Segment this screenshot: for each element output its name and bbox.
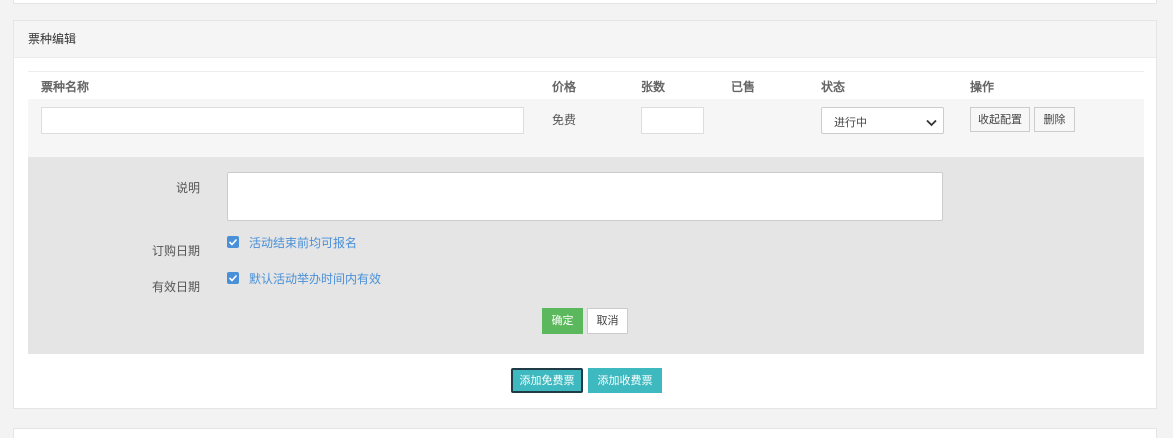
header-sold: 已售 [731, 80, 756, 94]
ticket-row: 免费 进行中 收起配置 删除 [28, 99, 1144, 157]
quantity-input[interactable] [641, 107, 704, 134]
delete-button[interactable]: 删除 [1034, 107, 1075, 132]
status-select[interactable]: 进行中 [821, 107, 944, 134]
ticket-detail-config: 说明 订购日期 活动结束前均可报名 有效日期 默认活动举办时间内有效 确定 取消 [28, 157, 1144, 354]
collapse-config-button[interactable]: 收起配置 [970, 107, 1030, 132]
status-selected-value: 进行中 [834, 116, 867, 129]
valid-date-option[interactable]: 默认活动举办时间内有效 [249, 270, 381, 287]
add-paid-ticket-button[interactable]: 添加收费票 [588, 368, 662, 393]
panel-title: 票种编辑 [14, 21, 1156, 58]
chevron-down-icon [926, 116, 937, 130]
cancel-button[interactable]: 取消 [587, 308, 628, 334]
ticket-table-header: 票种名称 价格 张数 已售 状态 操作 [28, 71, 1144, 99]
next-panel-edge [13, 428, 1157, 438]
header-price: 价格 [552, 80, 577, 94]
header-quantity: 张数 [641, 80, 666, 94]
order-date-checkbox[interactable] [227, 236, 239, 248]
add-free-ticket-button[interactable]: 添加免费票 [511, 368, 583, 393]
order-date-option[interactable]: 活动结束前均可报名 [249, 234, 357, 251]
price-value: 免费 [552, 113, 577, 127]
description-label: 说明 [176, 181, 201, 195]
checkmark-icon [228, 274, 238, 282]
header-status: 状态 [821, 80, 846, 94]
checkmark-icon [228, 238, 238, 246]
valid-date-checkbox[interactable] [227, 272, 239, 284]
previous-panel-edge [13, 0, 1157, 4]
valid-date-label: 有效日期 [152, 280, 201, 294]
confirm-button[interactable]: 确定 [542, 308, 583, 334]
ticket-name-input[interactable] [41, 107, 524, 134]
description-textarea[interactable] [227, 172, 943, 221]
header-ticket-name: 票种名称 [41, 80, 90, 94]
order-date-label: 订购日期 [152, 244, 201, 258]
ticket-edit-panel: 票种编辑 票种名称 价格 张数 已售 状态 操作 免费 进行中 收起配置 删除 … [13, 20, 1157, 409]
header-actions: 操作 [970, 80, 995, 94]
